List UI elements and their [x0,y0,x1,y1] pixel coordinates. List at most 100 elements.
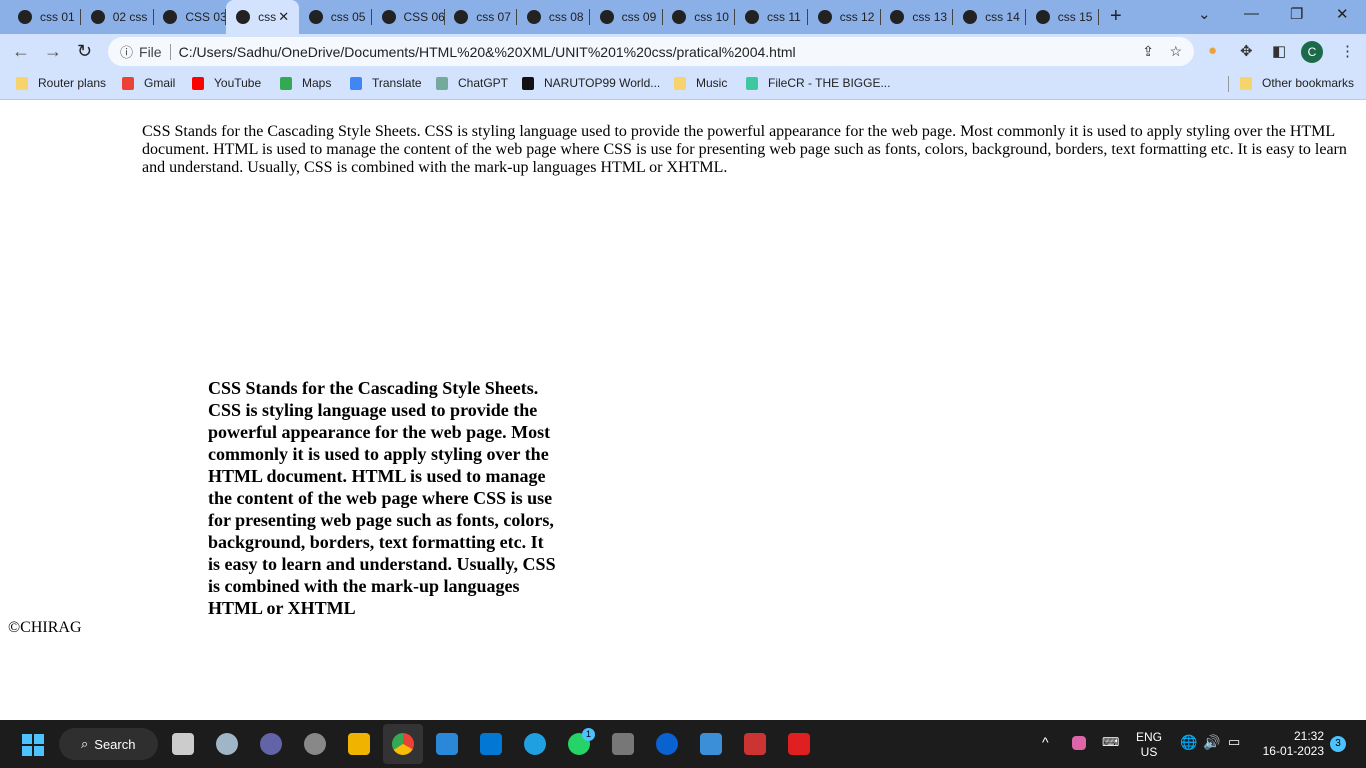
close-tab-icon[interactable]: ✕ [278,9,289,25]
tab[interactable]: css 15 [1026,4,1099,30]
scheme-label: File [139,43,171,60]
bookmark-icon [436,76,448,90]
tab-title: css 05 [330,10,366,24]
bookmark-item[interactable]: Maps [280,76,331,90]
globe-icon [890,10,905,24]
task-view-icon[interactable] [172,733,194,755]
tab-title: css 08 [548,10,584,24]
address-bar[interactable]: ⓘ File C:/Users/Sadhu/OneDrive/Documents… [108,37,1194,66]
store-icon[interactable] [436,733,458,755]
globe-icon [90,10,105,24]
tab-search-icon[interactable]: ⌄ [1198,5,1211,23]
bookmark-item[interactable]: Gmail [122,76,175,90]
bookmark-icon [16,76,28,90]
tab-title: css 07 [476,10,511,24]
reload-button[interactable]: ↻ [77,41,92,62]
close-window-button[interactable]: ✕ [1336,5,1349,23]
volume-icon[interactable]: 🔊 [1203,734,1220,751]
other-bookmarks[interactable]: Other bookmarks [1240,76,1354,90]
tab[interactable]: css 08 [517,4,590,30]
bookmark-star-icon[interactable]: ☆ [1169,43,1182,60]
bluetooth-icon[interactable] [656,733,678,755]
globe-icon [599,10,614,24]
teams-chat-icon[interactable] [260,733,282,755]
clock[interactable]: 21:32 16-01-2023 [1258,729,1324,759]
language-indicator[interactable]: ENG US [1136,730,1162,760]
back-button[interactable]: ← [12,41,30,62]
restore-button[interactable]: ❐ [1290,5,1303,23]
side-panel-icon[interactable]: ◧ [1272,42,1286,60]
info-icon[interactable]: ⓘ [120,42,133,61]
lang-primary: ENG [1136,730,1163,744]
tab[interactable]: css 12 [808,4,881,30]
widgets-icon[interactable] [216,733,238,755]
tab[interactable]: css 05 [299,4,372,30]
edge-icon[interactable] [524,733,546,755]
tab-title: css 12 [839,10,875,24]
tab[interactable]: css 14 [953,4,1027,30]
notification-badge[interactable]: 3 [1330,736,1346,752]
tab[interactable]: 02 css [81,4,154,30]
bookmark-item[interactable]: Music [674,76,727,90]
tab[interactable]: css 01 [8,4,81,30]
account-sync-icon[interactable]: ● [1208,42,1217,59]
keyboard-icon[interactable]: ⌨ [1102,735,1119,749]
winrar-icon[interactable] [744,733,766,755]
chrome-icon[interactable] [392,733,414,755]
share-icon[interactable]: ⇪ [1142,43,1154,60]
tab[interactable]: CSS 03 [153,4,227,30]
bookmark-item[interactable]: FileCR - THE BIGGE... [746,76,890,90]
other-bookmarks-label: Other bookmarks [1262,76,1355,90]
tab[interactable]: css 13 [880,4,954,30]
bookmark-label: Gmail [144,76,176,90]
taskbar-search[interactable]: ⌕ Search [59,728,158,760]
bookmark-icon [122,76,134,90]
tab-title: css [258,10,277,24]
tab-title: CSS 06 [403,10,445,24]
network-icon[interactable]: 🌐 [1180,734,1197,751]
bookmark-item[interactable]: YouTube [192,76,261,90]
bookmark-icon [522,76,534,90]
vscode-icon[interactable] [480,733,502,755]
file-explorer-icon[interactable] [348,733,370,755]
url-text[interactable]: C:/Users/Sadhu/OneDrive/Documents/HTML%2… [179,44,796,60]
extensions-icon[interactable]: ✥ [1240,42,1253,60]
profile-avatar[interactable]: C [1301,41,1323,63]
bookmark-icon [280,76,292,90]
tab[interactable]: CSS 06 [372,4,445,30]
menu-icon[interactable]: ⋮ [1340,42,1355,60]
time: 21:32 [1293,729,1324,743]
bookmark-icon [746,76,758,90]
globe-icon [963,10,978,24]
globe-icon [163,10,178,24]
bookmark-item[interactable]: Router plans [16,76,106,90]
tab[interactable]: css 07 [444,4,518,30]
notepad-icon[interactable] [700,733,722,755]
wps-office-icon[interactable] [788,733,810,755]
minimize-button[interactable]: — [1244,5,1259,22]
show-hidden-icons[interactable]: ^ [1042,734,1049,750]
bookmark-item[interactable]: ChatGPT [436,76,508,90]
start-button[interactable] [22,734,44,756]
tab-title: css 11 [767,10,801,24]
globe-icon [672,10,687,24]
tab-title: css 15 [1057,10,1093,24]
tab[interactable]: css 10 [662,4,736,30]
bookmark-label: Router plans [38,76,107,90]
battery-icon[interactable]: ▭ [1228,734,1240,750]
settings-icon[interactable] [304,733,326,755]
bookmark-item[interactable]: Translate [350,76,422,90]
tab[interactable]: css 11 [735,4,808,30]
tab[interactable]: css ✕ [226,0,300,34]
taskbar: ⌕ Search 1 ^ ⌨ ENG US 🌐 🔊 ▭ 21:32 16-01-202… [0,720,1366,768]
bookmark-item[interactable]: NARUTOP99 World... [522,76,660,90]
lang-region: US [1140,745,1158,759]
forward-button[interactable]: → [44,41,62,62]
date: 16-01-2023 [1262,744,1324,758]
new-tab-button[interactable]: + [1110,5,1122,28]
paragraph-normal: CSS Stands for the Cascading Style Sheet… [142,123,1347,176]
tray-app-icon[interactable] [1072,736,1086,750]
camera-icon[interactable] [612,733,634,755]
tab-title: css 14 [985,10,1020,24]
tab[interactable]: css 09 [590,4,663,30]
